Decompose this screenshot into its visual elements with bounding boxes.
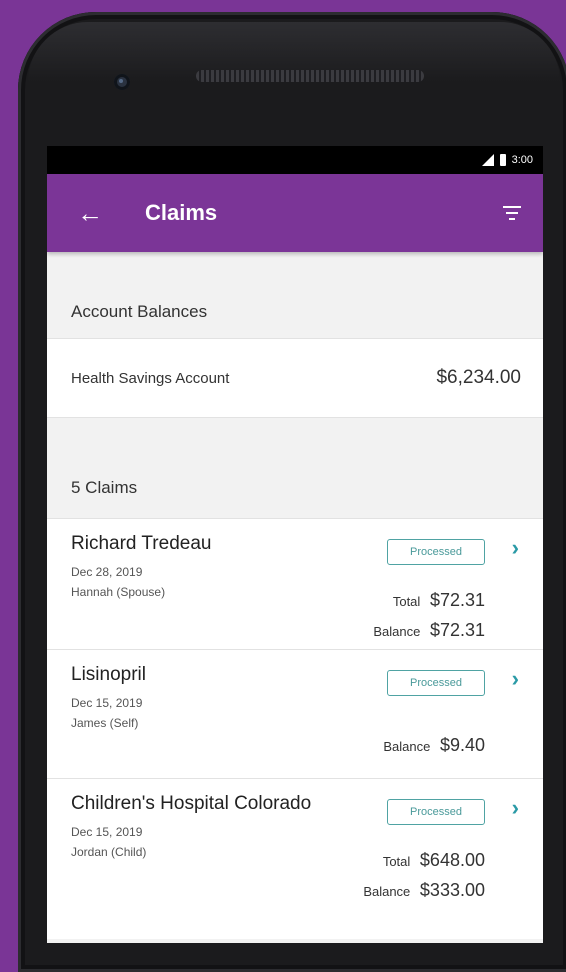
total-value: $72.31 [429, 590, 485, 610]
balance-value: $72.31 [429, 620, 485, 640]
hsa-amount: $6,234.00 [436, 367, 521, 388]
total-value: $648.00 [419, 850, 485, 870]
claim-date: Dec 15, 2019 [71, 825, 143, 839]
app-screen: 3:00 ← Claims Account Balances Health Sa… [47, 146, 543, 943]
claim-item[interactable]: Children's Hospital Colorado Dec 15, 201… [47, 778, 543, 939]
filter-icon[interactable] [503, 206, 521, 220]
phone-frame: 3:00 ← Claims Account Balances Health Sa… [18, 12, 566, 972]
claim-amounts: Balance $9.40 [383, 730, 485, 760]
claim-amounts: Total $72.31 Balance $72.31 [373, 585, 485, 645]
status-badge: Processed [387, 539, 485, 565]
claim-date: Dec 15, 2019 [71, 696, 143, 710]
hsa-label: Health Savings Account [71, 369, 230, 387]
front-camera [114, 74, 130, 90]
balance-label: Balance [383, 739, 431, 754]
total-line: Total $72.31 [373, 585, 485, 615]
balance-line: Balance $333.00 [363, 875, 485, 905]
claim-item[interactable]: Richard Tredeau Dec 28, 2019 Hannah (Spo… [47, 518, 543, 649]
balance-line: Balance $9.40 [383, 730, 485, 760]
status-bar: 3:00 [47, 146, 543, 174]
claim-item[interactable]: Lisinopril Dec 15, 2019 James (Self) Pro… [47, 649, 543, 778]
status-badge: Processed [387, 670, 485, 696]
hsa-row[interactable]: Health Savings Account $6,234.00 [47, 338, 543, 418]
arrow-left-icon[interactable]: ← [77, 200, 103, 226]
total-label: Total [382, 854, 411, 869]
status-time: 3:00 [511, 154, 533, 166]
claim-member: James (Self) [71, 716, 139, 730]
balance-value: $333.00 [419, 880, 485, 900]
chevron-right-icon[interactable]: › [512, 795, 519, 821]
claim-amounts: Total $648.00 Balance $333.00 [363, 845, 485, 905]
claim-date: Dec 28, 2019 [71, 565, 143, 579]
app-bar: ← Claims [47, 174, 543, 252]
battery-icon [499, 154, 506, 166]
page-title: Claims [145, 200, 218, 225]
chevron-right-icon[interactable]: › [512, 666, 519, 692]
balance-label: Balance [363, 884, 411, 899]
claims-count-header: 5 Claims [47, 418, 543, 518]
balance-value: $9.40 [439, 735, 485, 755]
chevron-right-icon[interactable]: › [512, 535, 519, 561]
balance-line: Balance $72.31 [373, 615, 485, 645]
signal-icon [481, 154, 494, 166]
status-badge: Processed [387, 799, 485, 825]
earpiece-speaker [196, 70, 424, 82]
account-balances-header: Account Balances [47, 252, 543, 338]
balance-label: Balance [373, 624, 421, 639]
total-label: Total [392, 594, 421, 609]
total-line: Total $648.00 [363, 845, 485, 875]
